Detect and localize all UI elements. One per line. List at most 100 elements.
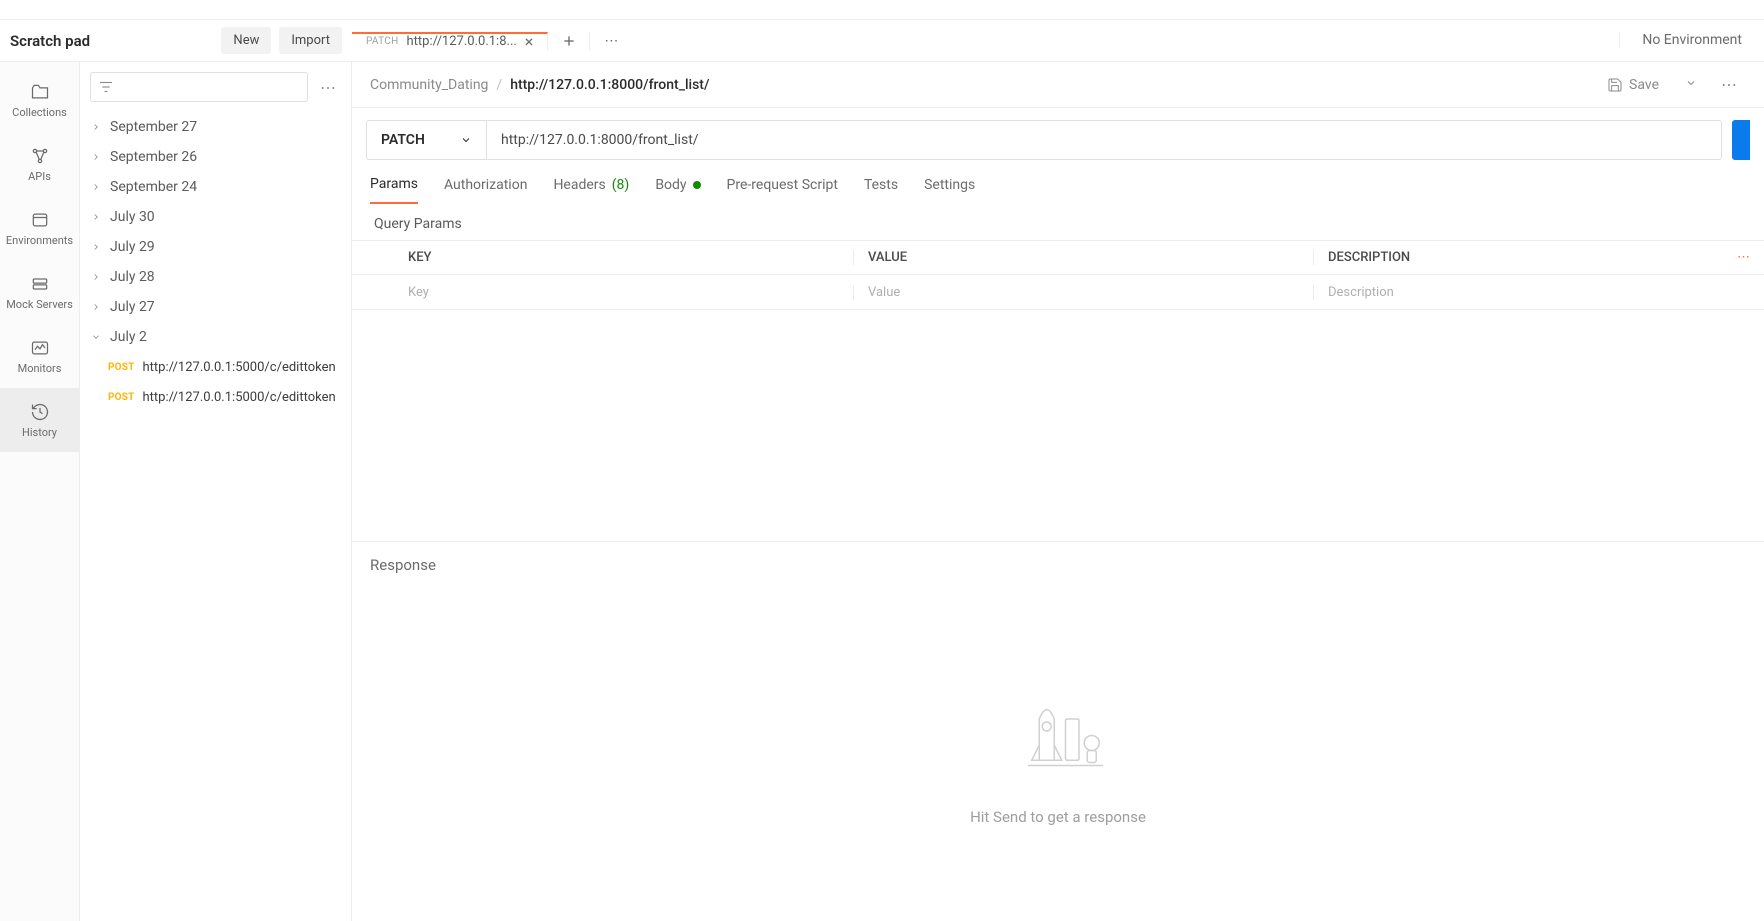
response-title: Response [352,542,1764,588]
save-button[interactable]: Save [1597,71,1669,99]
params-row-empty [352,275,1764,309]
col-value-header: VALUE [854,250,1314,265]
chevron-right-icon [90,271,102,283]
rail-mock-servers-label: Mock Servers [6,298,73,311]
chevron-down-icon [90,331,102,343]
rail-apis[interactable]: APIs [0,132,79,196]
side-panel: ⋯ September 27 September 26 September 24 Ju… [80,62,352,921]
rail-environments-label: Environments [6,234,73,247]
tab-label: http://127.0.0.1:8... [407,34,517,49]
breadcrumb-workspace[interactable]: Community_Dating [370,77,488,93]
history-group[interactable]: July 2 [80,322,351,352]
tab-body-label: Body [655,177,686,193]
new-tab-button[interactable] [548,32,590,50]
tab-headers[interactable]: Headers (8) [553,177,629,203]
tab-params[interactable]: Params [370,176,418,204]
tab-headers-label: Headers [553,177,605,193]
rail-history[interactable]: History [0,388,79,452]
tab-headers-count: (8) [612,177,630,193]
rail-collections-label: Collections [12,106,67,119]
tab-pre-request[interactable]: Pre-request Script [727,177,838,203]
body-modified-dot-icon [693,181,701,189]
chevron-down-icon [460,134,472,146]
breadcrumb: Community_Dating / http://127.0.0.1:8000… [352,62,1764,108]
param-key-input[interactable] [408,285,839,300]
history-item-url: http://127.0.0.1:5000/c/edittoken [143,360,336,375]
tab-method-badge: PATCH [366,36,399,47]
save-icon [1607,77,1623,93]
history-item-method: POST [108,392,135,403]
method-label: PATCH [381,132,425,148]
rail-monitors-label: Monitors [18,362,62,375]
params-table-header: KEY VALUE DESCRIPTION ⋯ [352,241,1764,275]
params-table: KEY VALUE DESCRIPTION ⋯ [352,240,1764,310]
request-tab-active[interactable]: PATCH http://127.0.0.1:8... × [352,32,548,50]
tab-authorization[interactable]: Authorization [444,177,527,203]
history-item[interactable]: POST http://127.0.0.1:5000/c/edittoken [80,382,351,412]
history-group[interactable]: September 27 [80,112,351,142]
rail-mock-servers[interactable]: Mock Servers [0,260,79,324]
environment-label: No Environment [1642,32,1742,48]
history-group-label: July 28 [110,269,155,285]
history-group[interactable]: July 30 [80,202,351,232]
history-group-label: September 27 [110,119,197,135]
tab-settings[interactable]: Settings [924,177,975,203]
history-group[interactable]: September 26 [80,142,351,172]
history-group[interactable]: September 24 [80,172,351,202]
rocket-illustration-icon [998,684,1118,784]
close-icon[interactable]: × [525,34,534,50]
chevron-right-icon [90,121,102,133]
chevron-right-icon [90,241,102,253]
tab-body[interactable]: Body [655,177,700,203]
chevron-right-icon [90,181,102,193]
send-button[interactable] [1732,120,1750,160]
chevron-right-icon [90,151,102,163]
param-value-input[interactable] [868,285,1299,300]
chevron-right-icon [90,211,102,223]
col-desc-header: DESCRIPTION [1328,250,1410,265]
breadcrumb-title: http://127.0.0.1:8000/front_list/ [510,77,709,93]
response-empty-message: Hit Send to get a response [970,808,1146,826]
tab-tests[interactable]: Tests [864,177,898,203]
sidebar-rail: Collections APIs Environments Mock Serve… [0,62,80,921]
workspace-bar: Scratch pad New Import PATCH http://127.… [0,20,1764,62]
history-group-label: July 30 [110,209,155,225]
query-params-label: Query Params [352,204,1764,240]
history-item[interactable]: POST http://127.0.0.1:5000/c/edittoken [80,352,351,382]
breadcrumb-separator: / [496,77,502,93]
history-group[interactable]: July 29 [80,232,351,262]
history-group-label: July 27 [110,299,155,315]
rail-monitors[interactable]: Monitors [0,324,79,388]
request-tabs: Params Authorization Headers (8) Body Pr… [352,160,1764,204]
table-options-icon[interactable]: ⋯ [1737,250,1750,265]
save-dropdown-chevron-icon[interactable] [1677,71,1705,99]
save-label: Save [1629,77,1659,93]
history-group-label: July 29 [110,239,155,255]
rail-history-label: History [22,426,57,439]
environment-selector[interactable]: No Environment [1619,32,1764,48]
url-input[interactable] [486,120,1722,160]
side-panel-more-icon[interactable]: ⋯ [316,78,341,97]
param-desc-input[interactable] [1328,285,1750,300]
tab-more-icon[interactable]: ⋯ [590,32,632,50]
rail-apis-label: APIs [28,170,51,183]
method-select[interactable]: PATCH [366,120,486,160]
filter-input[interactable] [90,72,308,102]
workspace-title: Scratch pad [10,32,90,50]
col-key-header: KEY [394,250,854,265]
history-item-url: http://127.0.0.1:5000/c/edittoken [143,390,336,405]
breadcrumb-more-icon[interactable]: ⋯ [1713,69,1746,100]
history-group-label: July 2 [110,329,147,345]
rail-collections[interactable]: Collections [0,68,79,132]
history-item-method: POST [108,362,135,373]
new-button[interactable]: New [221,27,271,54]
history-group[interactable]: July 27 [80,292,351,322]
response-area: Response Hit [352,541,1764,921]
chevron-right-icon [90,301,102,313]
history-tree: September 27 September 26 September 24 July… [80,112,351,921]
history-group[interactable]: July 28 [80,262,351,292]
import-button[interactable]: Import [279,27,342,54]
rail-environments[interactable]: Environments [0,196,79,260]
menu-bar [0,0,1764,20]
history-group-label: September 24 [110,179,197,195]
